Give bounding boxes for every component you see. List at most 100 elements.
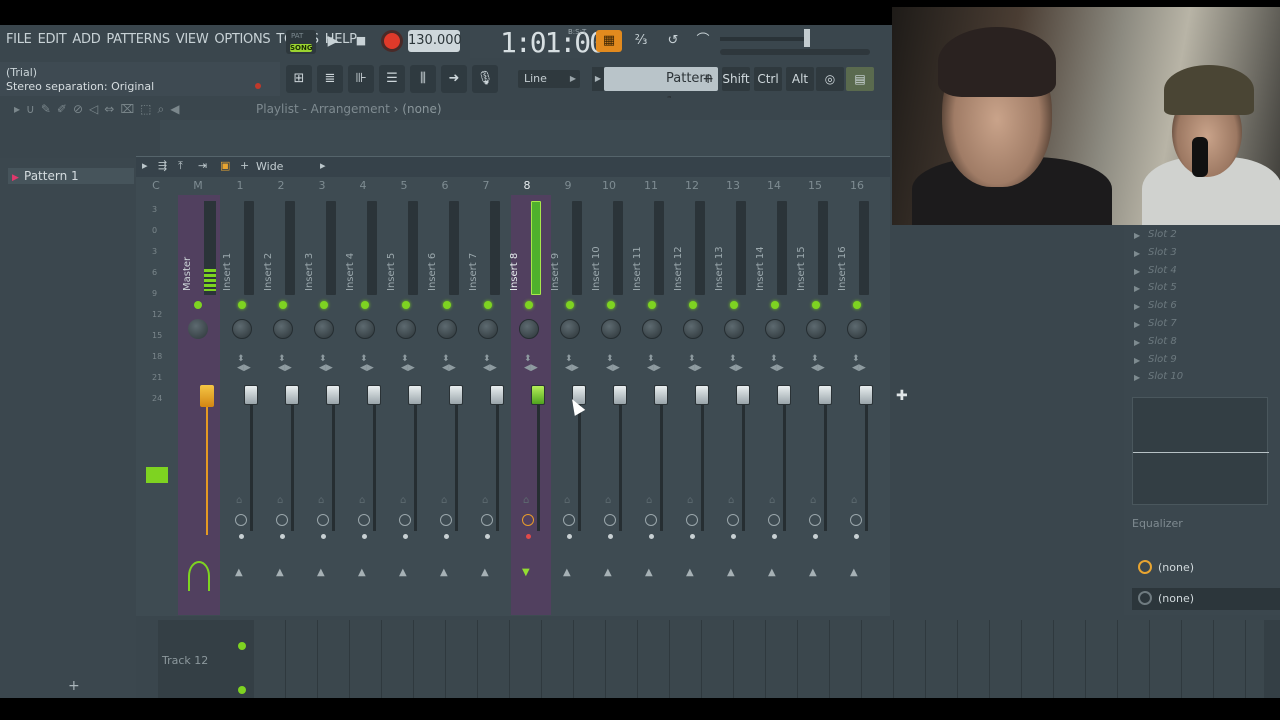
insert-fader[interactable]: [531, 385, 545, 405]
insert-enable-led[interactable]: [812, 301, 820, 309]
stereo-separation-icon[interactable]: ⬍ ◀▶: [319, 355, 333, 373]
loop-record-icon[interactable]: ↺: [660, 30, 686, 52]
microphone-icon[interactable]: 🎙: [472, 65, 498, 93]
master-volume-slider[interactable]: [720, 29, 810, 47]
insert-pan-knob[interactable]: [437, 319, 457, 339]
insert-record-knob[interactable]: [399, 514, 411, 526]
insert-pan-knob[interactable]: [765, 319, 785, 339]
add-pattern-icon[interactable]: +: [702, 67, 714, 91]
play-button[interactable]: ▶: [322, 30, 344, 52]
stereo-separation-icon[interactable]: ⬍ ◀▶: [647, 355, 661, 373]
mixer-insert-strip[interactable]: Insert 7 ⬍ ◀▶ ⌂ ▲: [468, 195, 510, 615]
pencil-icon[interactable]: ✎: [41, 102, 51, 117]
insert-record-knob[interactable]: [481, 514, 493, 526]
ctrl-button[interactable]: Ctrl: [754, 67, 782, 91]
route-arrow-icon[interactable]: ▲: [276, 567, 284, 578]
insert-arm-dot[interactable]: [362, 534, 367, 539]
insert-label[interactable]: Insert 9: [550, 221, 574, 291]
insert-arm-dot[interactable]: [526, 534, 531, 539]
mixer-insert-strip[interactable]: Insert 12 ⬍ ◀▶ ⌂ ▲: [673, 195, 715, 615]
mixer-insert-strip[interactable]: Insert 8 ⬍ ◀▶ ⌂ ▼: [509, 195, 551, 615]
insert-pan-knob[interactable]: [314, 319, 334, 339]
insert-enable-led[interactable]: [730, 301, 738, 309]
insert-fader[interactable]: [736, 385, 750, 405]
route-arrow-icon[interactable]: ▲: [481, 567, 489, 578]
slip-icon[interactable]: ⇔: [104, 102, 114, 117]
fx-slot[interactable]: ▶ Slot 9: [1134, 354, 1274, 370]
send-icon[interactable]: ⌂: [359, 495, 369, 507]
send-icon[interactable]: ⌂: [769, 495, 779, 507]
send-icon[interactable]: ⌂: [523, 495, 533, 507]
insert-record-knob[interactable]: [645, 514, 657, 526]
slot-expand-icon[interactable]: ▶: [1134, 356, 1140, 365]
mixer-preset[interactable]: Wide: [256, 160, 283, 173]
stereo-separation-icon[interactable]: ⬍ ◀▶: [811, 355, 825, 373]
slot-expand-icon[interactable]: ▶: [1134, 284, 1140, 293]
insert-enable-led[interactable]: [238, 301, 246, 309]
mixer-insert-strip[interactable]: Insert 5 ⬍ ◀▶ ⌂ ▲: [386, 195, 428, 615]
master-enable-led[interactable]: [194, 301, 202, 309]
insert-arm-dot[interactable]: [321, 534, 326, 539]
insert-fader[interactable]: [777, 385, 791, 405]
insert-label[interactable]: Insert 6: [427, 221, 451, 291]
send-icon[interactable]: ⌂: [810, 495, 820, 507]
insert-label[interactable]: Insert 13: [714, 221, 738, 291]
delete-icon[interactable]: ⊘: [73, 102, 83, 117]
send-icon[interactable]: ⌂: [728, 495, 738, 507]
insert-pan-knob[interactable]: [478, 319, 498, 339]
insert-record-knob[interactable]: [809, 514, 821, 526]
fx-slot[interactable]: ▶ Slot 5: [1134, 282, 1274, 298]
add-icon[interactable]: +: [240, 159, 249, 172]
route-arrow-icon[interactable]: ▲: [686, 567, 694, 578]
insert-pan-knob[interactable]: [273, 319, 293, 339]
chevron-right-icon[interactable]: ▸: [320, 159, 326, 172]
insert-arm-dot[interactable]: [690, 534, 695, 539]
magnet-icon[interactable]: ∪: [26, 102, 35, 117]
insert-label[interactable]: Insert 2: [263, 221, 287, 291]
mixer-insert-strip[interactable]: Insert 6 ⬍ ◀▶ ⌂ ▲: [427, 195, 469, 615]
pattern-list-item[interactable]: ▶ Pattern 1: [8, 168, 134, 184]
insert-record-knob[interactable]: [768, 514, 780, 526]
menu-arrow-icon[interactable]: ▸: [142, 159, 148, 172]
record-button[interactable]: [384, 33, 400, 49]
route-arrow-icon[interactable]: ▲: [235, 567, 243, 578]
insert-enable-led[interactable]: [443, 301, 451, 309]
slot-expand-icon[interactable]: ▶: [1134, 373, 1140, 382]
mixer-insert-strip[interactable]: Insert 14 ⬍ ◀▶ ⌂ ▲: [755, 195, 797, 615]
insert-fader[interactable]: [613, 385, 627, 405]
insert-label[interactable]: Insert 3: [304, 221, 328, 291]
master-volume-handle[interactable]: [804, 29, 810, 47]
piano-roll-icon[interactable]: ⊪: [348, 65, 374, 93]
insert-label[interactable]: Insert 7: [468, 221, 492, 291]
mixer-icon[interactable]: ⫼: [410, 65, 436, 93]
pat-song-toggle[interactable]: PAT SONG: [286, 30, 316, 54]
mixer-master-strip[interactable]: Master: [178, 195, 220, 615]
fx-slot[interactable]: ▶ Slot 2: [1134, 229, 1274, 245]
insert-pan-knob[interactable]: [724, 319, 744, 339]
tempo-display[interactable]: 130.000: [408, 30, 462, 52]
insert-label[interactable]: Insert 4: [345, 221, 369, 291]
insert-enable-led[interactable]: [648, 301, 656, 309]
song-position-display[interactable]: 1:01:00 B:S:T: [470, 26, 606, 59]
mixer-insert-strip[interactable]: Insert 2 ⬍ ◀▶ ⌂ ▲: [263, 195, 305, 615]
insert-pan-knob[interactable]: [232, 319, 252, 339]
playback-icon[interactable]: ◀: [170, 102, 179, 117]
send-icon[interactable]: ⌂: [851, 495, 861, 507]
shop-icon[interactable]: ▤: [846, 67, 874, 91]
menu-item-edit[interactable]: EDIT: [38, 32, 67, 47]
insert-label[interactable]: Insert 1: [222, 221, 246, 291]
track-mute-led[interactable]: [238, 642, 246, 650]
mute-icon[interactable]: ◁: [89, 102, 98, 117]
insert-arm-dot[interactable]: [854, 534, 859, 539]
stereo-separation-icon[interactable]: ⬍ ◀▶: [360, 355, 374, 373]
insert-pan-knob[interactable]: [847, 319, 867, 339]
insert-enable-led[interactable]: [525, 301, 533, 309]
stereo-separation-icon[interactable]: ⬍ ◀▶: [688, 355, 702, 373]
mixer-insert-strip[interactable]: Insert 4 ⬍ ◀▶ ⌂ ▲: [345, 195, 387, 615]
fx-slot[interactable]: ▶ Slot 4: [1134, 265, 1274, 281]
fx-slot[interactable]: ▶ Slot 3: [1134, 247, 1274, 263]
insert-record-knob[interactable]: [727, 514, 739, 526]
mixer-insert-strip[interactable]: Insert 10 ⬍ ◀▶ ⌂ ▲: [591, 195, 633, 615]
insert-arm-dot[interactable]: [813, 534, 818, 539]
insert-record-knob[interactable]: [235, 514, 247, 526]
